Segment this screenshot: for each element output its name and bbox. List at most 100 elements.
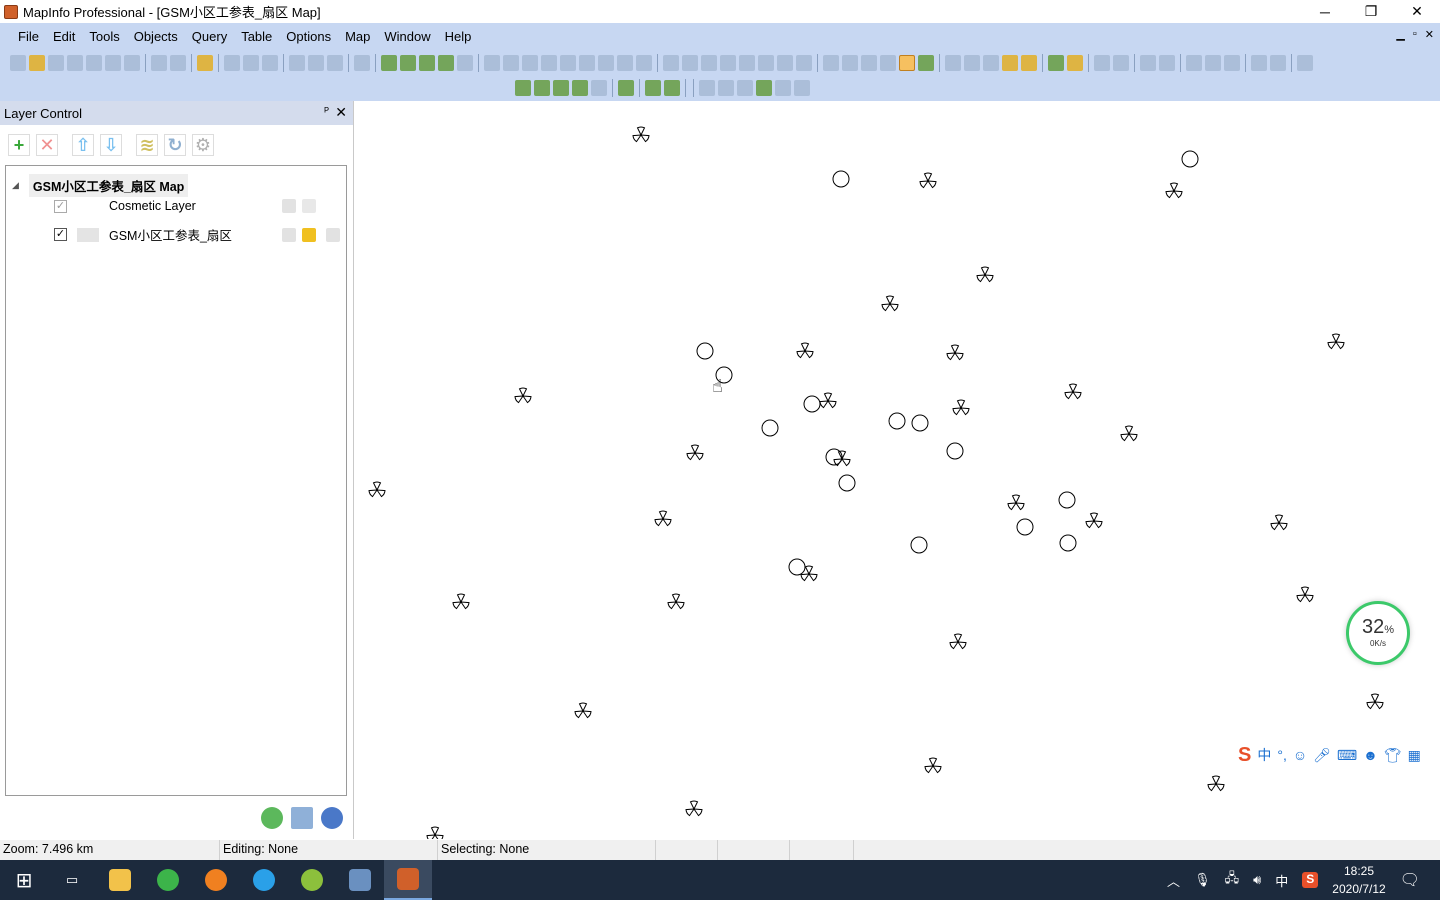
map-canvas[interactable]: ☝ (355, 101, 1440, 839)
ie-icon[interactable] (240, 860, 288, 900)
site-circle[interactable] (911, 414, 929, 432)
layer-visible-checkbox[interactable]: ✓ (54, 228, 67, 241)
toolbar-button-icon[interactable] (918, 55, 934, 71)
toolbar-button-icon[interactable] (354, 55, 370, 71)
search-tool-icon[interactable] (192, 860, 240, 900)
toolbar-button-icon[interactable] (553, 80, 569, 96)
toolbar-button-icon[interactable] (381, 55, 397, 71)
site-circle[interactable] (761, 419, 779, 437)
toolbar-button-icon[interactable] (617, 55, 633, 71)
ime-lang[interactable]: 中 (1257, 745, 1271, 765)
sector-symbol[interactable] (685, 800, 703, 817)
toolbar-button-icon[interactable] (899, 55, 915, 71)
toolbar-button-icon[interactable] (682, 55, 698, 71)
toolbar-button-icon[interactable] (289, 55, 305, 71)
toolbar-button-icon[interactable] (105, 55, 121, 71)
sector-symbol[interactable] (796, 342, 814, 359)
status-editing[interactable]: Editing: None (220, 840, 438, 860)
toolbar-button-icon[interactable] (718, 80, 734, 96)
toolbar-button-icon[interactable] (861, 55, 877, 71)
toolbar-button-icon[interactable] (1224, 55, 1240, 71)
close-button[interactable]: ✕ (1394, 0, 1440, 23)
menu-map[interactable]: Map (345, 29, 370, 44)
sector-symbol[interactable] (1366, 693, 1384, 710)
toolbar-button-icon[interactable] (737, 80, 753, 96)
toolbar-button-icon[interactable] (823, 55, 839, 71)
site-circle[interactable] (788, 558, 806, 576)
toolbar-button-icon[interactable] (484, 55, 500, 71)
selectable-icon[interactable] (302, 199, 316, 213)
label-icon[interactable] (326, 227, 340, 242)
site-circle[interactable] (832, 170, 850, 188)
mic-icon[interactable]: 🎤︎ (1313, 747, 1331, 764)
emoji-icon[interactable]: ☺ (1293, 747, 1307, 763)
menu-tools[interactable]: Tools (89, 29, 119, 44)
toolbar-button-icon[interactable] (579, 55, 595, 71)
site-circle[interactable] (1058, 491, 1076, 509)
toolbar-button-icon[interactable] (419, 55, 435, 71)
menu-help[interactable]: Help (445, 29, 472, 44)
toolbar-button-icon[interactable] (197, 55, 213, 71)
status-zoom[interactable]: Zoom: 7.496 km (0, 840, 220, 860)
pin-icon[interactable]: ᴾ (324, 106, 329, 118)
sector-symbol[interactable] (924, 757, 942, 774)
editable-icon[interactable] (282, 199, 296, 213)
toolbar-button-icon[interactable] (48, 55, 64, 71)
toolbar-button-icon[interactable] (964, 55, 980, 71)
toolbar-button-icon[interactable] (794, 80, 810, 96)
menu-table[interactable]: Table (241, 29, 272, 44)
toolbar-button-icon[interactable] (327, 55, 343, 71)
site-circle[interactable] (838, 474, 856, 492)
toolbar-button-icon[interactable] (1140, 55, 1156, 71)
toolbar-button-icon[interactable] (983, 55, 999, 71)
move-up-icon[interactable]: ⇧ (72, 134, 94, 156)
toolbar-button-icon[interactable] (796, 55, 812, 71)
layer-options-icon[interactable] (291, 807, 313, 829)
sogou-tray-icon[interactable]: S (1302, 872, 1319, 888)
layer-properties-icon[interactable]: ≋ (136, 134, 158, 156)
site-circle[interactable] (1016, 518, 1034, 536)
toolbar-button-icon[interactable] (636, 55, 652, 71)
sector-symbol[interactable] (654, 510, 672, 527)
toolbar-button-icon[interactable] (1205, 55, 1221, 71)
sector-symbol[interactable] (368, 481, 386, 498)
menu-window[interactable]: Window (384, 29, 430, 44)
toolbar-button-icon[interactable] (777, 55, 793, 71)
site-circle[interactable] (910, 536, 928, 554)
toolbar-button-icon[interactable] (1251, 55, 1267, 71)
toolbar-button-icon[interactable] (1021, 55, 1037, 71)
sector-symbol[interactable] (1270, 514, 1288, 531)
sector-symbol[interactable] (686, 444, 704, 461)
mdi-close-button[interactable]: ✕ (1425, 28, 1434, 41)
add-layer-icon[interactable]: + (8, 134, 30, 156)
toolbar-button-icon[interactable] (1113, 55, 1129, 71)
sogou-icon[interactable]: S (1238, 744, 1251, 767)
sector-symbol[interactable] (426, 826, 444, 839)
toolbar-button-icon[interactable] (308, 55, 324, 71)
apply-icon[interactable] (261, 807, 283, 829)
toolbar-button-icon[interactable] (515, 80, 531, 96)
sector-symbol[interactable] (632, 126, 650, 143)
sector-symbol[interactable] (800, 565, 818, 582)
site-circle[interactable] (946, 442, 964, 460)
sector-symbol[interactable] (1085, 512, 1103, 529)
toolbar-button-icon[interactable] (67, 55, 83, 71)
sector-symbol[interactable] (514, 387, 532, 404)
toolbar-button-icon[interactable] (739, 55, 755, 71)
minimize-button[interactable]: ─ (1302, 0, 1348, 23)
sector-symbol[interactable] (1007, 494, 1025, 511)
toolbar-button-icon[interactable] (664, 80, 680, 96)
toolbar-button-icon[interactable] (124, 55, 140, 71)
site-circle[interactable] (696, 342, 714, 360)
notification-icon[interactable]: 🗨︎ (1400, 870, 1420, 890)
sector-symbol[interactable] (452, 593, 470, 610)
tray-lang[interactable]: 中 (1275, 871, 1288, 890)
sector-symbol[interactable] (574, 702, 592, 719)
menu-edit[interactable]: Edit (53, 29, 75, 44)
layer-item-cosmetic[interactable]: ✓ Cosmetic Layer (54, 199, 344, 213)
selectable-icon[interactable] (302, 227, 316, 242)
toolbar-button-icon[interactable] (756, 80, 772, 96)
move-down-icon[interactable]: ⇩ (100, 134, 122, 156)
qgis-icon[interactable] (288, 860, 336, 900)
user-icon[interactable]: ☻ (1363, 747, 1378, 763)
